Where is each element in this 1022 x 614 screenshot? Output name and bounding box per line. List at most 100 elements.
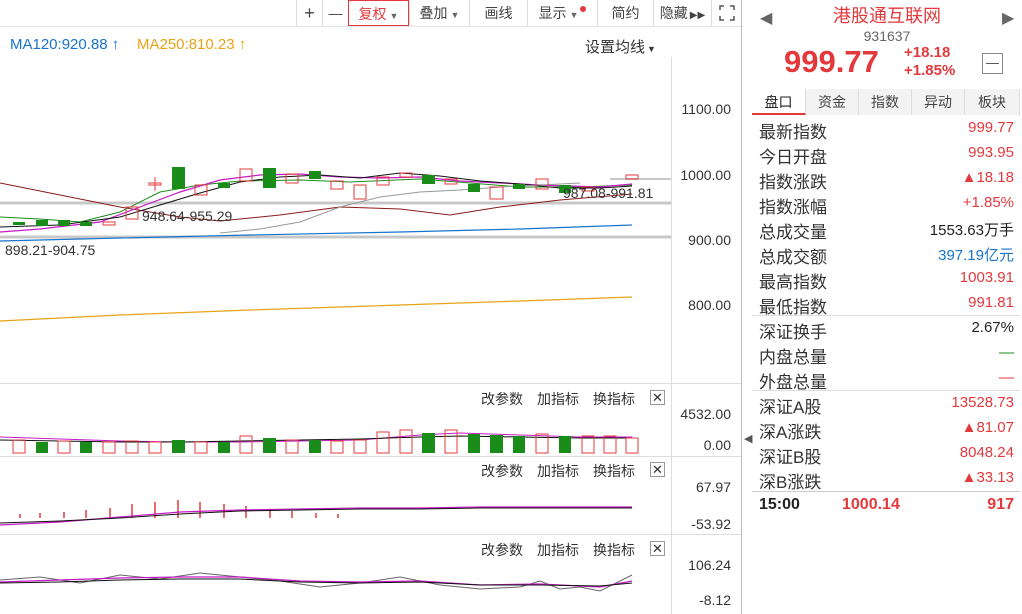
stock-code: 931637 — [863, 28, 911, 44]
stat-label: 指数涨幅 — [759, 198, 827, 217]
ma-line — [219, 182, 581, 234]
stat-value: — — [999, 344, 1014, 361]
stat-row: 今日开盘 993.95 — [752, 141, 1020, 167]
tick-time: 15:00 — [759, 496, 800, 513]
fuquan-label: 复权 — [358, 6, 387, 22]
close-icon[interactable]: ✕ — [650, 462, 665, 477]
stat-label: 指数涨跌 — [759, 173, 827, 192]
stat-value: +1.85% — [962, 194, 1014, 211]
add-indicator-button[interactable]: 加指标 — [537, 461, 579, 481]
chevron-down-icon: ▼ — [389, 11, 399, 21]
stat-label: 最高指数 — [759, 273, 827, 292]
xianshi-button[interactable]: 显示 ▼ — [527, 0, 597, 26]
stat-label: 深证A股 — [759, 398, 822, 417]
stat-value: 8048.24 — [959, 444, 1014, 461]
kdj-lines — [0, 572, 633, 592]
tab-bankuai[interactable]: 板块 — [965, 89, 1020, 115]
ma120-legend: MA120:920.88 ↑ — [10, 36, 119, 53]
switch-indicator-button[interactable]: 换指标 — [593, 389, 635, 409]
chart-panel-border — [741, 0, 742, 614]
current-price: 999.77 — [784, 44, 879, 79]
huaxian-button[interactable]: 画线 — [469, 0, 527, 26]
indicator-axis-label: 67.97 — [695, 479, 731, 495]
panel-divider — [0, 456, 741, 457]
switch-indicator-button[interactable]: 换指标 — [593, 461, 635, 481]
chevron-down-icon: ▼ — [569, 10, 579, 20]
stat-label: 总成交额 — [759, 248, 827, 267]
close-icon[interactable]: ✕ — [650, 541, 665, 556]
indicator-axis-label: -8.12 — [699, 592, 731, 608]
indicator-axis-label: 0.00 — [703, 437, 731, 453]
quote-panel: ◀ ▶ 港股通互联网 931637 999.77 +18.18 +1.85% —… — [752, 0, 1022, 614]
jianyue-button[interactable]: 简约 — [597, 0, 653, 26]
stat-value: 991.81 — [968, 294, 1014, 311]
stat-label: 今日开盘 — [759, 148, 827, 167]
tab-zhishu[interactable]: 指数 — [859, 89, 912, 115]
ma120-line — [0, 224, 633, 242]
tick-divider — [752, 491, 1020, 492]
fuquan-button[interactable]: 复权 ▼ — [348, 0, 409, 26]
ma-settings-button[interactable]: 设置均线 ▼ — [585, 36, 656, 57]
stat-row: 深B涨跌 ▲33.13 — [752, 466, 1020, 492]
change-params-button[interactable]: 改参数 — [481, 389, 523, 409]
stat-label: 深证B股 — [759, 448, 822, 467]
switch-indicator-button[interactable]: 换指标 — [593, 540, 635, 560]
tab-zijin[interactable]: 资金 — [806, 89, 859, 115]
tab-pankou[interactable]: 盘口 — [752, 89, 806, 115]
change-params-button[interactable]: 改参数 — [481, 540, 523, 560]
indicator-axis-label: 106.24 — [688, 557, 731, 573]
price-change: +18.18 — [904, 44, 951, 61]
stats-list: 最新指数 999.77 今日开盘 993.95 指数涨跌 ▲18.18 指数涨幅 +1.… — [752, 116, 1020, 516]
stat-row: 指数涨幅 +1.85% — [752, 191, 1020, 217]
indicator-axis-label: -53.92 — [691, 516, 731, 532]
stat-value: 1553.63万手 — [929, 222, 1014, 239]
range-annotation: 987.08-991.81 — [563, 185, 654, 201]
price-axis-label: 800.00 — [688, 297, 731, 313]
diejia-label: 叠加 — [419, 5, 448, 21]
ma250-legend: MA250:810.23 ↑ — [137, 36, 246, 53]
stat-row: 指数涨跌 ▲18.18 — [752, 166, 1020, 192]
stat-row: 内盘总量 — — [752, 341, 1020, 367]
zoom-in-button[interactable]: + — [296, 0, 322, 26]
diejia-button[interactable]: 叠加 ▼ — [409, 0, 469, 26]
stat-row: 深证换手 2.67% — [752, 316, 1020, 342]
stat-row: 最新指数 999.77 — [752, 116, 1020, 142]
stat-row: 深证B股 8048.24 — [752, 441, 1020, 467]
stat-label: 深A涨跌 — [759, 423, 822, 442]
ma120-value: MA120:920.88 — [10, 36, 108, 53]
up-arrow-icon: ↑ — [234, 36, 247, 53]
yincang-label: 隐藏 — [659, 5, 688, 21]
zoom-out-button[interactable]: — — [322, 0, 348, 26]
panel-divider — [0, 383, 741, 384]
stat-row: 总成交量 1553.63万手 — [752, 216, 1020, 242]
stat-value: 2.67% — [971, 319, 1014, 336]
add-indicator-button[interactable]: 加指标 — [537, 389, 579, 409]
stat-row: 外盘总量 — — [752, 366, 1020, 392]
tick-volume: 917 — [987, 496, 1014, 513]
stock-name: 港股通互联网 — [833, 6, 941, 26]
kline-main-chart[interactable] — [0, 57, 671, 383]
stat-label: 最新指数 — [759, 123, 827, 142]
collapse-button[interactable]: — — [982, 53, 1003, 74]
stat-label: 深B涨跌 — [759, 473, 822, 492]
stat-value: 397.19亿元 — [938, 247, 1014, 264]
tab-yidong[interactable]: 异动 — [912, 89, 965, 115]
close-icon[interactable]: ✕ — [650, 390, 665, 405]
ma-settings-label: 设置均线 — [585, 39, 646, 56]
add-indicator-button[interactable]: 加指标 — [537, 540, 579, 560]
indicator-axis-label: 4532.00 — [680, 406, 731, 422]
price-axis-label: 900.00 — [688, 232, 731, 248]
stat-row: 最低指数 991.81 — [752, 291, 1020, 317]
fullscreen-button[interactable] — [711, 0, 741, 26]
stat-value: 999.77 — [968, 119, 1014, 136]
stat-row: 最高指数 1003.91 — [752, 266, 1020, 292]
range-annotation: 898.21-904.75 — [5, 242, 96, 258]
chevron-down-icon: ▼ — [647, 44, 656, 54]
yincang-button[interactable]: 隐藏 ▶▶ — [653, 0, 711, 26]
change-params-button[interactable]: 改参数 — [481, 461, 523, 481]
stat-row: 深证A股 13528.73 — [752, 391, 1020, 417]
stat-value: ▲81.07 — [961, 419, 1014, 436]
stat-value: — — [999, 369, 1014, 386]
chevron-down-icon: ▼ — [450, 10, 460, 20]
kline-chart-area[interactable]: + — 复权 ▼ 叠加 ▼ 画线 显示 ▼ 简约 隐藏 ▶▶ MA120:920.88 … — [0, 0, 752, 614]
